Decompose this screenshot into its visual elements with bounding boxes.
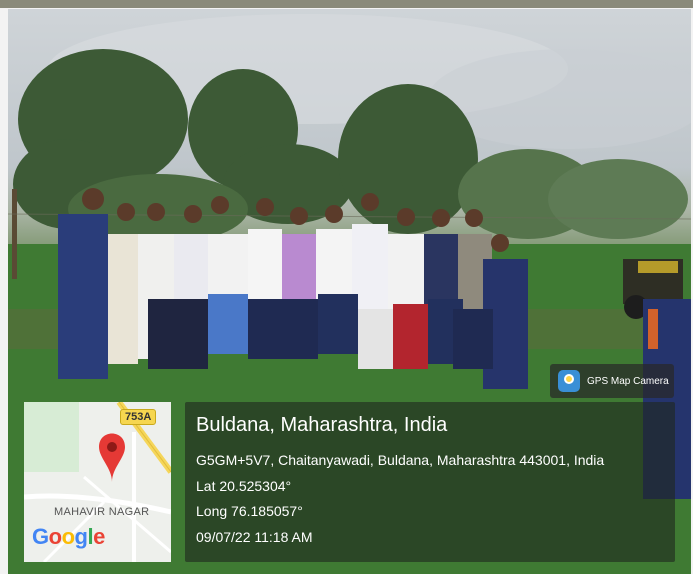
address-line: G5GM+5V7, Chaitanyawadi, Buldana, Mahara… <box>196 452 605 468</box>
map-area-name: MAHAVIR NAGAR <box>54 506 150 518</box>
road-number-tag: 753A <box>120 409 157 425</box>
photo-frame: GPS Map Camera 753A MAHAVIR NAGAR Google… <box>0 0 693 574</box>
location-info-panel: Buldana, Maharashtra, India G5GM+5V7, Ch… <box>185 402 675 562</box>
badge-label: GPS Map Camera <box>587 375 669 387</box>
longitude: Long 76.185057° <box>196 503 303 519</box>
google-logo-letter: o <box>48 524 62 549</box>
google-logo: Google <box>32 524 105 550</box>
latitude: Lat 20.525304° <box>196 478 292 494</box>
date-time: 09/07/22 11:18 AM <box>196 529 313 545</box>
place-name: Buldana, Maharashtra, India <box>196 414 448 436</box>
gps-map-camera-badge: GPS Map Camera <box>550 364 674 398</box>
google-logo-letter: G <box>32 524 49 549</box>
google-logo-letter: o <box>61 524 75 549</box>
google-logo-letter: e <box>93 524 105 549</box>
previous-photo-strip <box>0 0 693 8</box>
google-logo-letter: g <box>74 524 88 549</box>
gps-map-camera-icon <box>558 370 580 392</box>
map-thumbnail: 753A MAHAVIR NAGAR Google <box>24 402 171 562</box>
